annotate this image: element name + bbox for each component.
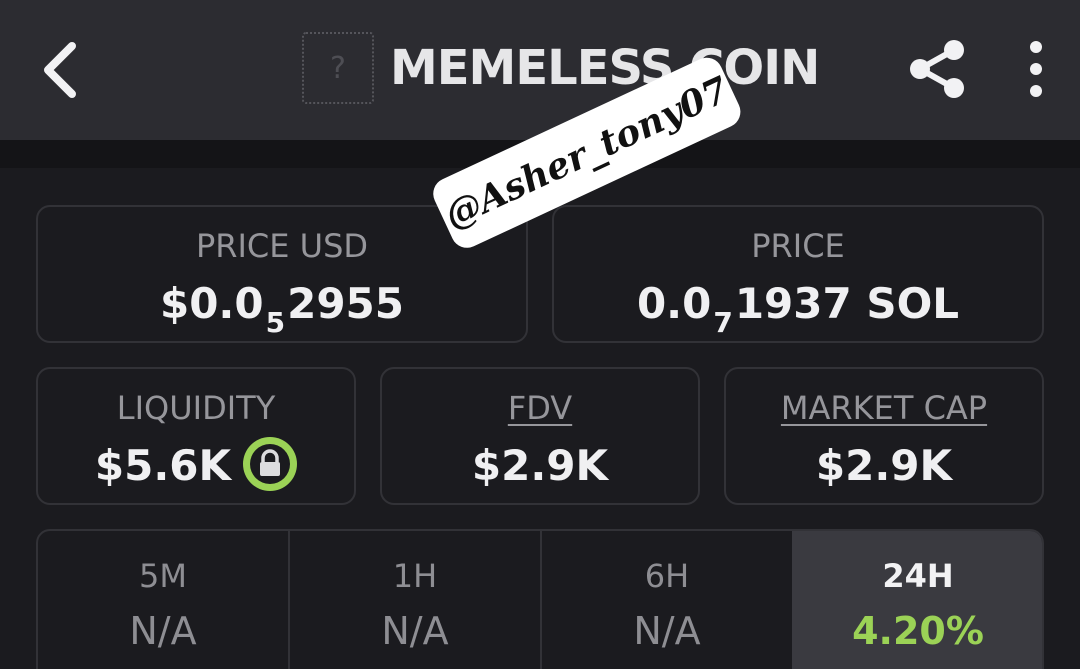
token-logo-placeholder: ?	[302, 32, 374, 104]
question-mark-icon: ?	[330, 50, 346, 86]
price-sol-digits: 1937 SOL	[734, 279, 960, 328]
price-sol-card: PRICE 0.071937 SOL	[552, 205, 1044, 343]
price-sol-prefix: 0.0	[636, 279, 712, 328]
price-sol-value: 0.071937 SOL	[554, 279, 1042, 339]
tab-24h[interactable]: 24H 4.20%	[792, 531, 1042, 669]
liquidity-value-row: $5.6K	[38, 436, 354, 496]
page-title: MEMELESS COIN	[390, 40, 820, 96]
tab-label: 6H	[644, 557, 690, 595]
liquidity-value: $5.6K	[94, 441, 232, 490]
price-usd-digits: 2955	[287, 279, 405, 328]
price-usd-prefix: $0.0	[159, 279, 264, 328]
market-cap-card[interactable]: MARKET CAP $2.9K	[724, 367, 1044, 505]
price-usd-value: $0.052955	[38, 279, 526, 339]
price-sol-zero-count: 7	[713, 306, 733, 339]
tab-change-value: N/A	[129, 609, 197, 653]
tab-6h[interactable]: 6H N/A	[542, 531, 792, 669]
tab-5m[interactable]: 5M N/A	[38, 531, 288, 669]
more-options-button[interactable]	[1018, 40, 1054, 98]
lock-icon	[243, 436, 298, 491]
price-usd-zero-count: 5	[265, 306, 286, 339]
tab-label: 24H	[882, 557, 954, 595]
tab-1h[interactable]: 1H N/A	[290, 531, 540, 669]
price-sol-label: PRICE	[751, 227, 845, 265]
liquidity-label: LIQUIDITY	[116, 389, 276, 427]
fdv-label-link[interactable]: FDV	[382, 389, 698, 427]
more-vertical-icon	[1030, 41, 1042, 97]
tab-label: 5M	[139, 557, 187, 595]
chevron-left-icon	[44, 42, 76, 98]
market-cap-label-link[interactable]: MARKET CAP	[726, 389, 1042, 427]
liquidity-card: LIQUIDITY $5.6K	[36, 367, 356, 505]
share-icon	[910, 40, 964, 98]
timeframe-tabs: 5M N/A 1H N/A 6H N/A 24H 4.20%	[36, 529, 1044, 669]
tab-change-value: 4.20%	[852, 609, 984, 653]
fdv-value: $2.9K	[471, 441, 609, 490]
share-button[interactable]	[906, 38, 968, 100]
tab-change-value: N/A	[633, 609, 701, 653]
fdv-card[interactable]: FDV $2.9K	[380, 367, 700, 505]
back-button[interactable]	[36, 38, 88, 102]
tab-change-value: N/A	[381, 609, 449, 653]
market-cap-value: $2.9K	[815, 441, 953, 490]
tab-label: 1H	[392, 557, 438, 595]
